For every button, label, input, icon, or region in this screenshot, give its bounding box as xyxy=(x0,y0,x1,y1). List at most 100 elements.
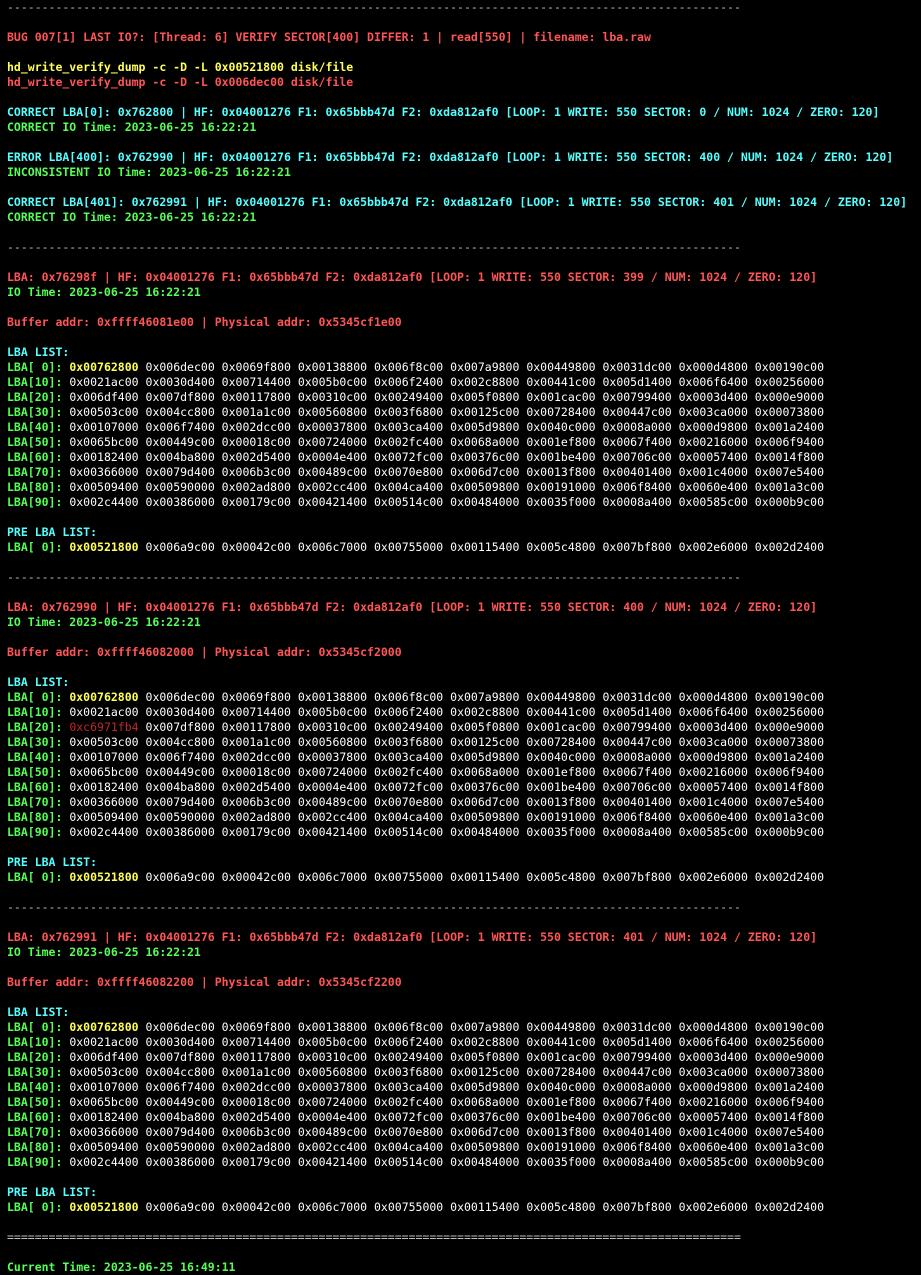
log-line: IO Time: 2023-06-25 16:22:21 xyxy=(7,615,201,629)
log-line: CORRECT IO Time: 2023-06-25 16:22:21 xyxy=(7,210,257,224)
lba-values: 0x006f7400 0x002dcc00 0x00037800 0x003ca… xyxy=(145,420,825,434)
lba-value: 0x002c4400 xyxy=(69,825,139,839)
lba-value: 0x00366000 xyxy=(69,465,139,479)
lba-values: 0x0030d400 0x00714400 0x005b0c00 0x006f2… xyxy=(145,1035,825,1049)
lba-row: LBA[60]: 0x00182400 0x004ba800 0x002d540… xyxy=(7,780,921,795)
lba-values: 0x004cc800 0x001a1c00 0x00560800 0x003f6… xyxy=(145,735,825,749)
lba-values: 0x00590000 0x002ad800 0x002cc400 0x004ca… xyxy=(145,1140,825,1154)
log-line: BUG 007[1] LAST IO?: [Thread: 6] VERIFY … xyxy=(7,30,651,44)
lba-row: LBA[ 0]: 0x00762800 0x006dec00 0x0069f80… xyxy=(7,690,921,705)
lba-value: 0x00107000 xyxy=(69,1080,139,1094)
lba-row-label: LBA[90]: xyxy=(7,495,63,509)
lba-row-label: LBA[ 0]: xyxy=(7,540,63,554)
lba-values: 0x00386000 0x00179c00 0x00421400 0x00514… xyxy=(145,825,825,839)
log-line: CORRECT LBA[401]: 0x762991 | HF: 0x04001… xyxy=(7,195,908,209)
lba-values: 0x00386000 0x00179c00 0x00421400 0x00514… xyxy=(145,495,825,509)
separator-line: ----------------------------------------… xyxy=(7,570,741,584)
lba-row: LBA[ 0]: 0x00521800 0x006a9c00 0x00042c0… xyxy=(7,540,921,555)
lba-first-value-highlight: 0x00521800 xyxy=(69,870,139,884)
lba-row: LBA[ 0]: 0x00521800 0x006a9c00 0x00042c0… xyxy=(7,1200,921,1215)
lba-row-label: LBA[ 0]: xyxy=(7,1020,63,1034)
lba-values: 0x006a9c00 0x00042c00 0x006c7000 0x00755… xyxy=(145,540,825,554)
lba-first-value-highlight: 0x00762800 xyxy=(69,690,139,704)
lba-value: 0x0021ac00 xyxy=(69,705,139,719)
lba-value: 0x00107000 xyxy=(69,750,139,764)
log-line: hd_write_verify_dump -c -D -L 0x006dec00… xyxy=(7,75,354,89)
lba-value: 0x0065bc00 xyxy=(69,1095,139,1109)
lba-value: 0x00182400 xyxy=(69,780,139,794)
separator-line: ----------------------------------------… xyxy=(7,900,741,914)
lba-row-label: LBA[60]: xyxy=(7,450,63,464)
lba-values: 0x0030d400 0x00714400 0x005b0c00 0x006f2… xyxy=(145,375,825,389)
lba-row-label: LBA[40]: xyxy=(7,420,63,434)
lba-row: LBA[30]: 0x00503c00 0x004cc800 0x001a1c0… xyxy=(7,735,921,750)
lba-row-label: LBA[10]: xyxy=(7,1035,63,1049)
lba-values: 0x004cc800 0x001a1c00 0x00560800 0x003f6… xyxy=(145,405,825,419)
lba-value: 0x00366000 xyxy=(69,1125,139,1139)
lba-values: 0x00449c00 0x00018c00 0x00724000 0x002fc… xyxy=(145,765,825,779)
lba-row-label: LBA[40]: xyxy=(7,750,63,764)
lba-row-label: LBA[30]: xyxy=(7,405,63,419)
log-line: CORRECT IO Time: 2023-06-25 16:22:21 xyxy=(7,120,257,134)
lba-values: 0x006a9c00 0x00042c00 0x006c7000 0x00755… xyxy=(145,870,825,884)
lba-row: LBA[ 0]: 0x00521800 0x006a9c00 0x00042c0… xyxy=(7,870,921,885)
lba-values: 0x007df800 0x00117800 0x00310c00 0x00249… xyxy=(145,1050,825,1064)
log-line: Buffer addr: 0xffff46082200 | Physical a… xyxy=(7,975,402,989)
log-line: LBA LIST: xyxy=(7,675,70,689)
terminal-output[interactable]: ----------------------------------------… xyxy=(0,0,921,1275)
lba-row: LBA[60]: 0x00182400 0x004ba800 0x002d540… xyxy=(7,1110,921,1125)
separator-line: ----------------------------------------… xyxy=(7,0,741,14)
lba-row: LBA[80]: 0x00509400 0x00590000 0x002ad80… xyxy=(7,810,921,825)
lba-row: LBA[70]: 0x00366000 0x0079d400 0x006b3c0… xyxy=(7,465,921,480)
lba-row-label: LBA[20]: xyxy=(7,390,63,404)
lba-value: 0x00503c00 xyxy=(69,1065,139,1079)
lba-row-label: LBA[ 0]: xyxy=(7,690,63,704)
lba-value: 0x0065bc00 xyxy=(69,765,139,779)
lba-values: 0x00590000 0x002ad800 0x002cc400 0x004ca… xyxy=(145,810,825,824)
log-line: Buffer addr: 0xffff46082000 | Physical a… xyxy=(7,645,402,659)
lba-row-label: LBA[20]: xyxy=(7,720,63,734)
lba-values: 0x006dec00 0x0069f800 0x00138800 0x006f8… xyxy=(145,690,825,704)
lba-row-label: LBA[70]: xyxy=(7,795,63,809)
lba-row-label: LBA[10]: xyxy=(7,375,63,389)
log-line: PRE LBA LIST: xyxy=(7,1185,98,1199)
lba-value: 0x006df400 xyxy=(69,390,139,404)
lba-row: LBA[80]: 0x00509400 0x00590000 0x002ad80… xyxy=(7,480,921,495)
lba-row-label: LBA[ 0]: xyxy=(7,1200,63,1214)
lba-row: LBA[20]: 0x006df400 0x007df800 0x0011780… xyxy=(7,390,921,405)
lba-row-label: LBA[ 0]: xyxy=(7,870,63,884)
lba-values: 0x004ba800 0x002d5400 0x0004e400 0x0072f… xyxy=(145,450,825,464)
lba-values: 0x0079d400 0x006b3c00 0x00489c00 0x0070e… xyxy=(145,465,825,479)
lba-value: 0x002c4400 xyxy=(69,495,139,509)
lba-row: LBA[50]: 0x0065bc00 0x00449c00 0x00018c0… xyxy=(7,435,921,450)
lba-mismatch-value: 0xc6971fb4 xyxy=(69,720,139,734)
lba-values: 0x007df800 0x00117800 0x00310c00 0x00249… xyxy=(145,720,825,734)
lba-row-label: LBA[70]: xyxy=(7,465,63,479)
lba-row-label: LBA[40]: xyxy=(7,1080,63,1094)
lba-values: 0x004ba800 0x002d5400 0x0004e400 0x0072f… xyxy=(145,1110,825,1124)
lba-row-label: LBA[30]: xyxy=(7,1065,63,1079)
lba-row: LBA[40]: 0x00107000 0x006f7400 0x002dcc0… xyxy=(7,750,921,765)
lba-value: 0x00509400 xyxy=(69,810,139,824)
lba-row-label: LBA[80]: xyxy=(7,810,63,824)
lba-values: 0x007df800 0x00117800 0x00310c00 0x00249… xyxy=(145,390,825,404)
lba-value: 0x006df400 xyxy=(69,1050,139,1064)
log-line: INCONSISTENT IO Time: 2023-06-25 16:22:2… xyxy=(7,165,291,179)
lba-row-label: LBA[50]: xyxy=(7,765,63,779)
lba-values: 0x006f7400 0x002dcc00 0x00037800 0x003ca… xyxy=(145,750,825,764)
log-line: ERROR LBA[400]: 0x762990 | HF: 0x0400127… xyxy=(7,150,894,164)
log-line: Buffer addr: 0xffff46081e00 | Physical a… xyxy=(7,315,402,329)
lba-value: 0x00182400 xyxy=(69,450,139,464)
lba-values: 0x006dec00 0x0069f800 0x00138800 0x006f8… xyxy=(145,360,825,374)
lba-values: 0x004cc800 0x001a1c00 0x00560800 0x003f6… xyxy=(145,1065,825,1079)
